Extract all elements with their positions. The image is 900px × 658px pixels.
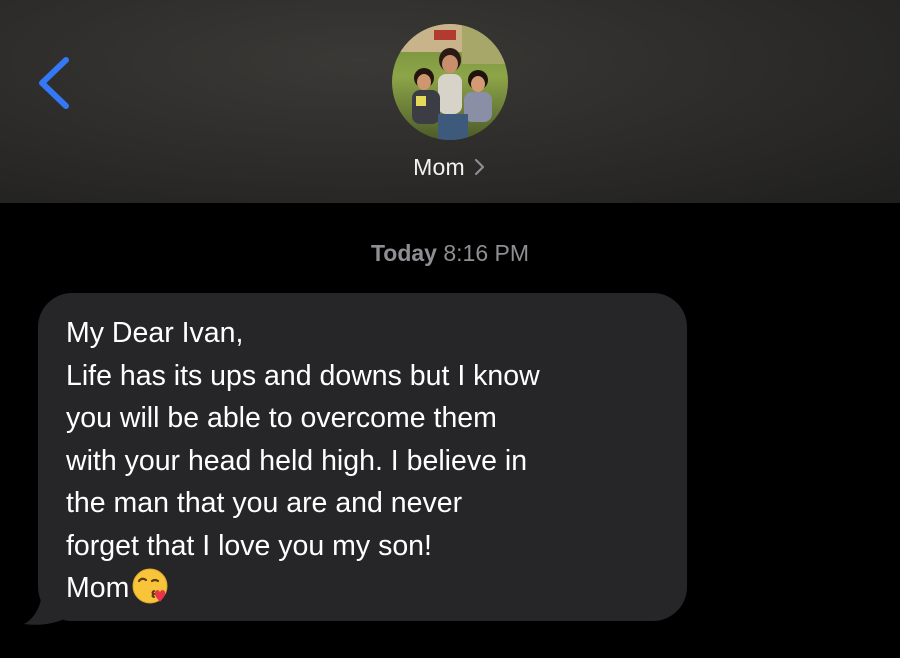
message-line: you will be able to overcome them	[66, 402, 497, 434]
messages-screen: Mom Today 8:16 PM My Dear Ivan, Life has…	[0, 0, 900, 658]
message-line: Life has its ups and downs but I know	[66, 359, 540, 392]
chevron-right-icon	[474, 158, 484, 176]
message-signature: Mom	[66, 572, 130, 604]
message-bubble[interactable]: My Dear Ivan, Life has its ups and downs…	[38, 293, 687, 621]
contact-name-button[interactable]: Mom	[0, 150, 900, 184]
kissing-face-with-heart-emoji-icon	[132, 568, 168, 604]
back-button[interactable]	[30, 52, 80, 110]
contact-name: Mom	[413, 153, 465, 180]
conversation-header: Mom	[0, 0, 900, 203]
timestamp-time: 8:16 PM	[443, 240, 530, 266]
avatar[interactable]	[392, 24, 508, 140]
message-signature-line: Mom	[66, 567, 667, 610]
message-line: with your head held high. I believe in	[66, 444, 528, 477]
message-line: My Dear Ivan,	[66, 317, 244, 349]
timestamp-day: Today	[370, 240, 437, 266]
contact-photo	[392, 24, 508, 140]
chevron-left-icon	[39, 57, 69, 109]
message-line: the man that you are and never	[66, 487, 463, 519]
message-timestamp: Today 8:16 PM	[0, 240, 900, 267]
message-line: forget that I love you my son!	[66, 529, 432, 562]
